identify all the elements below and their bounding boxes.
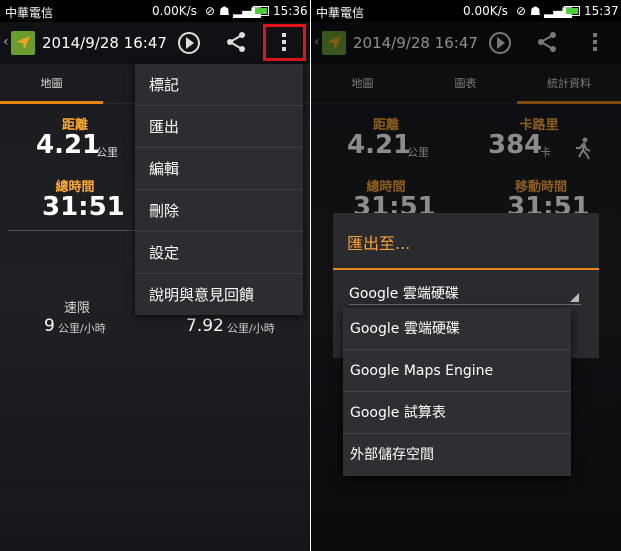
speed-unit: 公里/小時 [58,322,106,335]
pace-value: 7.92 [186,316,224,336]
android-icon: ☗ [530,4,541,18]
option-google-maps-engine[interactable]: Google Maps Engine [343,350,571,392]
dropdown-caret-icon [570,293,579,302]
stats-divider [8,230,136,231]
clock: 15:36 [273,4,308,18]
option-google-sheets[interactable]: Google 試算表 [343,392,571,434]
total-time-value: 31:51 [42,192,125,222]
overflow-highlight-box [263,24,306,61]
left-screen: 中華電信 0.00K/s ⊘ ☗ ▂▄▆ 15:36 ‹ 2014/9/28 1… [0,0,310,551]
share-icon[interactable] [225,31,247,57]
silent-icon: ⊘ [516,4,527,18]
pace-unit: 公里/小時 [227,322,275,335]
carrier-name: 中華電信 [5,6,54,20]
clock: 15:37 [584,4,619,18]
menu-item-settings[interactable]: 設定 [135,232,303,274]
data-rate: 0.00K/s [463,4,508,18]
selected-destination: Google 雲端硬碟 [349,286,459,302]
data-rate: 0.00K/s [152,4,197,18]
menu-item-help-feedback[interactable]: 說明與意見回饋 [135,274,303,316]
menu-item-delete[interactable]: 刪除 [135,190,303,232]
status-icons: ⊘ ☗ ▂▄▆ [516,4,572,18]
status-bar: 中華電信 0.00K/s ⊘ ☗ ▂▄▆ 15:36 [0,0,310,22]
play-icon[interactable] [178,32,200,54]
menu-item-mark[interactable]: 標記 [135,64,303,106]
speed-label: 速限 [64,301,91,316]
option-external-storage[interactable]: 外部儲存空間 [343,434,571,476]
speed-value: 9 [44,316,55,336]
battery-icon [564,6,580,16]
status-icons: ⊘ ☗ ▂▄▆ [205,4,261,18]
tab-map[interactable]: 地圖 [0,64,103,104]
silent-icon: ⊘ [205,4,216,18]
menu-item-edit[interactable]: 編輯 [135,148,303,190]
status-bar: 中華電信 0.00K/s ⊘ ☗ ▂▄▆ 15:37 [311,0,621,22]
dialog-title: 匯出至... [347,234,411,253]
option-google-drive[interactable]: Google 雲端硬碟 [343,308,571,350]
carrier-name: 中華電信 [316,6,365,20]
overflow-menu: 標記 匯出 編輯 刪除 設定 說明與意見回饋 [135,64,303,315]
dialog-title-rule [333,268,599,270]
export-destination-select[interactable]: Google 雲端硬碟 [349,283,581,305]
distance-value: 4.21 [36,130,101,160]
battery-icon [253,6,269,16]
destination-dropdown: Google 雲端硬碟 Google Maps Engine Google 試算… [343,308,571,476]
menu-item-export[interactable]: 匯出 [135,106,303,148]
app-logo-icon[interactable] [11,31,35,55]
distance-unit: 公里 [96,146,118,159]
back-chevron-icon[interactable]: ‹ [3,34,9,50]
track-title: 2014/9/28 16:47 [42,34,167,52]
android-icon: ☗ [219,4,230,18]
right-screen: 中華電信 0.00K/s ⊘ ☗ ▂▄▆ 15:37 ‹ 2014/9/28 1… [311,0,621,551]
